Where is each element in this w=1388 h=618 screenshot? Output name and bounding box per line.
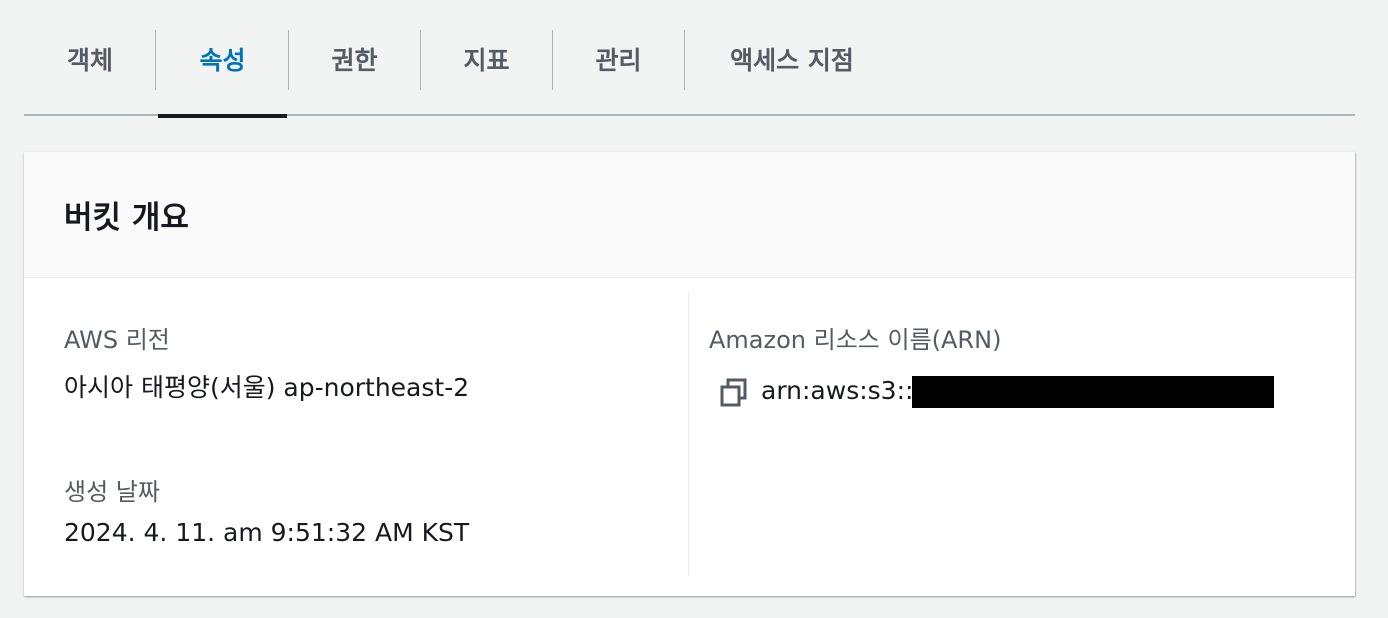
tab-permissions[interactable]: 권한 — [289, 0, 420, 116]
tab-permissions-label: 권한 — [331, 46, 378, 75]
panel-header: 버킷 개요 — [24, 152, 1355, 278]
arn-value: arn:aws:s3::: — [761, 376, 922, 405]
tab-management[interactable]: 관리 — [553, 0, 684, 116]
tab-properties[interactable]: 속성 — [158, 0, 287, 118]
redacted-bucket-name — [912, 376, 1274, 408]
region-label: AWS 리전 — [64, 326, 170, 354]
created-date-value: 2024. 4. 11. am 9:51:32 AM KST — [64, 518, 470, 547]
region-value: 아시아 태평양(서울) ap-northeast-2 — [64, 373, 470, 402]
tab-divider — [155, 30, 156, 90]
tab-access-points[interactable]: 액세스 지점 — [685, 0, 899, 116]
tab-metrics-label: 지표 — [463, 46, 510, 75]
created-date-label: 생성 날짜 — [64, 478, 160, 506]
tab-bar: 객체 속성 권한 지표 관리 액세스 지점 — [24, 0, 1355, 118]
tab-access-points-label: 액세스 지점 — [730, 46, 854, 75]
tab-objects-label: 객체 — [66, 46, 113, 75]
tab-properties-label: 속성 — [199, 46, 246, 75]
arn-label: Amazon 리소스 이름(ARN) — [709, 326, 1002, 354]
bucket-overview-panel: 버킷 개요 AWS 리전 아시아 태평양(서울) ap-northeast-2 … — [24, 152, 1355, 596]
tab-metrics[interactable]: 지표 — [421, 0, 552, 116]
column-divider — [688, 292, 689, 576]
panel-title: 버킷 개요 — [64, 200, 189, 236]
tab-management-label: 관리 — [595, 46, 642, 75]
tab-objects[interactable]: 객체 — [24, 0, 156, 116]
copy-icon[interactable] — [720, 378, 748, 408]
